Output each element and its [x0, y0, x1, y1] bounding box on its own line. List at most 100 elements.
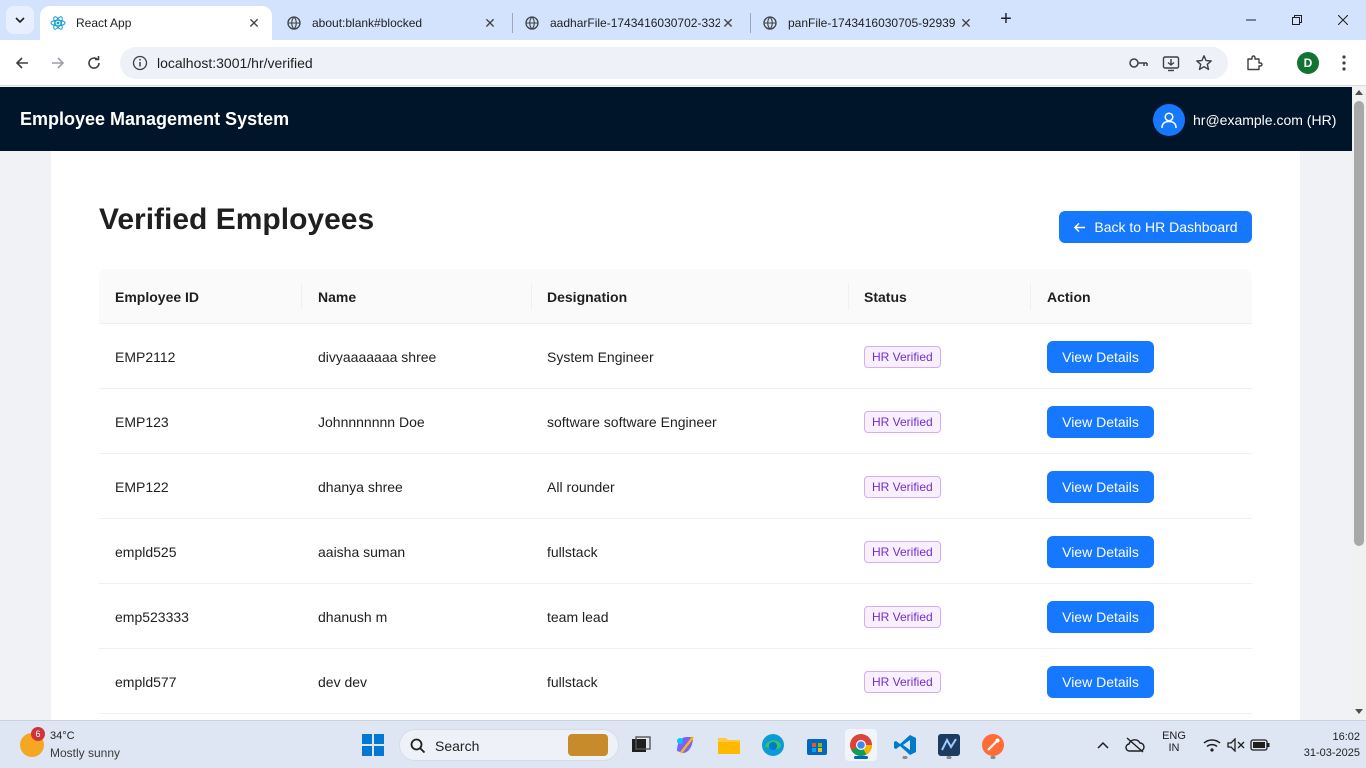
view-details-button[interactable]: View Details	[1047, 600, 1154, 633]
page-title: Verified Employees	[99, 203, 375, 236]
new-tab-button[interactable]: +	[994, 8, 1018, 32]
language-code: ENG	[1162, 730, 1186, 742]
browser-menu-button[interactable]	[1330, 49, 1358, 77]
cell-employee-id: EMP123	[115, 413, 169, 430]
taskbar-store[interactable]	[801, 729, 833, 761]
window-close-button[interactable]	[1320, 0, 1366, 40]
tab-divider	[512, 13, 513, 33]
tab-search-button[interactable]	[6, 6, 34, 34]
table-row: EMP122 dhanya shree All rounder HR Verif…	[99, 454, 1252, 519]
system-clock[interactable]: 16:02 31-03-2025	[1300, 729, 1360, 761]
taskbar-vscode[interactable]	[889, 729, 921, 761]
scroll-up-arrow-icon[interactable]	[1355, 90, 1363, 95]
close-icon[interactable]: ✕	[246, 15, 262, 31]
tab-pan-file[interactable]: panFile-1743416030705-92939 ✕	[752, 6, 984, 40]
minimize-button[interactable]	[1228, 0, 1274, 40]
url-text[interactable]: localhost:3001/hr/verified	[157, 55, 313, 71]
cell-action: View Details	[1047, 324, 1154, 389]
taskbar-app-dark[interactable]	[933, 729, 965, 761]
info-icon[interactable]	[132, 55, 148, 71]
tab-divider	[750, 13, 751, 33]
wifi-status[interactable]	[1200, 729, 1224, 761]
password-key-icon[interactable]	[1129, 53, 1149, 73]
view-details-button[interactable]: View Details	[1047, 535, 1154, 568]
taskbar-edge[interactable]	[757, 729, 789, 761]
reload-button[interactable]	[80, 49, 108, 77]
briefcase-icon	[568, 734, 608, 756]
bookmark-star-icon[interactable]	[1194, 53, 1214, 73]
view-details-button[interactable]: View Details	[1047, 405, 1154, 438]
cell-employee-id: emp523333	[115, 608, 189, 625]
terminal-app-icon	[938, 734, 960, 756]
task-view-button[interactable]	[625, 729, 657, 761]
status-badge: HR Verified	[864, 670, 941, 693]
edge-browser-icon	[762, 734, 784, 756]
clock-date: 31-03-2025	[1303, 747, 1360, 759]
back-nav-button[interactable]	[8, 49, 36, 77]
tab-title: panFile-1743416030705-92939	[788, 16, 956, 30]
arrow-left-icon	[1074, 222, 1086, 232]
view-details-button[interactable]: View Details	[1047, 340, 1154, 373]
table-row: empld525 aaisha suman fullstack HR Verif…	[99, 519, 1252, 584]
install-app-icon[interactable]	[1161, 53, 1181, 73]
copilot-icon	[677, 736, 694, 754]
tab-aadhar-file[interactable]: aadharFile-1743416030702-332 ✕	[514, 6, 746, 40]
close-icon[interactable]: ✕	[720, 15, 736, 31]
taskbar-copilot[interactable]	[669, 729, 701, 761]
volume-status[interactable]	[1224, 729, 1248, 761]
wifi-icon	[1203, 739, 1221, 752]
tab-about-blank[interactable]: about:blank#blocked ✕	[276, 6, 508, 40]
page-scrollbar[interactable]	[1352, 87, 1366, 719]
cell-employee-id: EMP122	[115, 478, 169, 495]
globe-icon	[286, 15, 302, 31]
tray-network-off[interactable]	[1120, 729, 1150, 761]
running-app-indicator	[902, 756, 908, 759]
active-app-indicator	[854, 756, 868, 759]
forward-nav-button[interactable]	[44, 49, 72, 77]
app-header: Employee Management System hr@example.co…	[0, 87, 1352, 151]
folder-icon	[718, 738, 740, 754]
view-details-button[interactable]: View Details	[1047, 665, 1154, 698]
tab-react-app[interactable]: React App ✕	[40, 6, 272, 40]
column-header-status: Status	[864, 288, 907, 305]
user-icon	[1161, 112, 1177, 129]
cell-action: View Details	[1047, 649, 1154, 714]
scrollbar-thumb[interactable]	[1354, 101, 1364, 546]
chevron-down-icon	[15, 17, 25, 24]
view-details-button[interactable]: View Details	[1047, 470, 1154, 503]
scroll-down-arrow-icon[interactable]	[1355, 709, 1363, 714]
address-bar[interactable]: localhost:3001/hr/verified	[120, 47, 1228, 79]
restore-button[interactable]	[1274, 0, 1320, 40]
taskbar-file-explorer[interactable]	[713, 729, 745, 761]
user-avatar[interactable]	[1153, 104, 1185, 136]
back-to-dashboard-button[interactable]: Back to HR Dashboard	[1059, 211, 1252, 243]
language-indicator[interactable]: ENG IN	[1158, 730, 1190, 754]
content-card: Verified Employees Back to HR Dashboard …	[51, 151, 1300, 731]
column-divider	[848, 283, 849, 310]
browser-tab-strip: React App ✕ about:blank#blocked ✕ aadhar…	[0, 0, 1366, 40]
cell-employee-id: empld577	[115, 673, 177, 690]
close-icon[interactable]: ✕	[482, 15, 498, 31]
cell-status: HR Verified	[864, 649, 941, 714]
more-vertical-icon	[1342, 55, 1346, 71]
weather-temperature: 34°C	[50, 730, 75, 742]
taskbar-chrome[interactable]	[845, 729, 877, 761]
column-header-action: Action	[1047, 288, 1091, 305]
battery-status[interactable]	[1248, 729, 1272, 761]
profile-avatar[interactable]: D	[1297, 52, 1319, 74]
status-badge: HR Verified	[864, 345, 941, 368]
extensions-button[interactable]	[1240, 49, 1268, 77]
show-hidden-icons-button[interactable]	[1088, 729, 1118, 761]
battery-charging-icon	[1250, 739, 1270, 751]
cell-employee-id: empld525	[115, 543, 177, 560]
close-icon	[1338, 15, 1348, 25]
user-email[interactable]: hr@example.com (HR)	[1193, 112, 1336, 128]
taskbar-search[interactable]: Search	[399, 729, 619, 761]
status-badge: HR Verified	[864, 475, 941, 498]
restore-icon	[1292, 15, 1302, 25]
taskbar-app-orange[interactable]	[977, 729, 1009, 761]
close-icon[interactable]: ✕	[958, 15, 974, 31]
running-app-indicator	[946, 756, 952, 759]
start-button[interactable]	[357, 729, 389, 761]
cell-status: HR Verified	[864, 389, 941, 454]
